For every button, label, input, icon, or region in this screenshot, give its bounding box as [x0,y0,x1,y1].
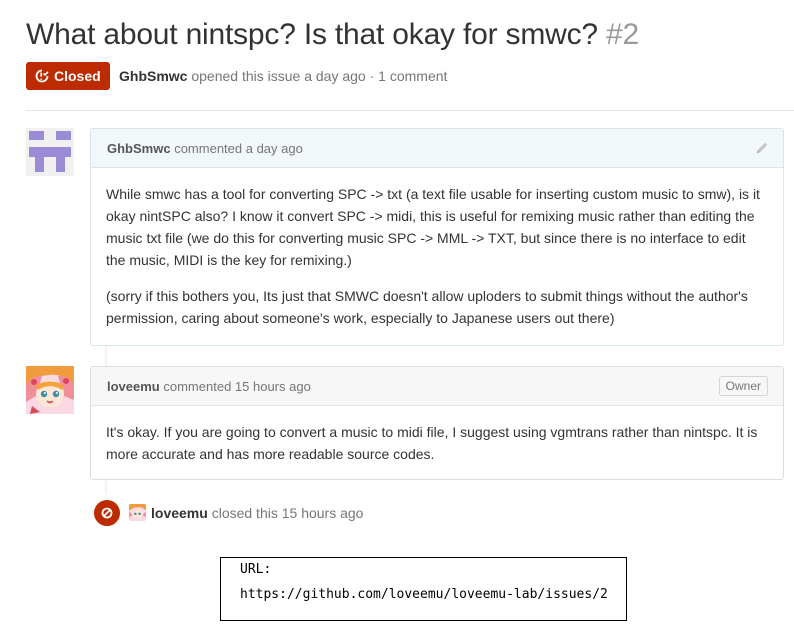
header-divider [26,110,794,111]
url-value: https://github.com/loveemu/loveemu-lab/i… [240,587,608,602]
issue-number: #2 [606,18,639,51]
avatar-loveemu[interactable] [26,366,74,414]
anime-avatar-image [26,366,74,414]
state-label: Closed [54,68,101,84]
issue-title-text: What about nintspc? Is that okay for smw… [26,18,598,51]
identicon-image [26,128,74,176]
issue-meta: GhbSmwc opened this issue a day ago · 1 … [119,68,447,84]
comment-paragraph: While smwc has a tool for converting SPC… [106,186,760,268]
comment-count: 1 comment [378,68,448,84]
meta-separator: · [369,68,375,84]
comment-author-link[interactable]: loveemu [107,379,160,394]
closed-event-description: closed this 15 hours ago [211,505,364,521]
pencil-icon[interactable] [755,141,769,155]
comment-timestamp[interactable]: commented 15 hours ago [163,379,310,394]
comment-header: loveemu commented 15 hours ago Owner [91,367,783,406]
closed-event-text: loveemu closed this 15 hours ago [151,505,363,521]
comment-loveemu: loveemu commented 15 hours ago Owner It'… [90,366,784,480]
comment-paragraph: (sorry if this bothers you, Its just tha… [106,288,748,326]
closed-event: loveemu closed this 15 hours ago [92,498,492,528]
issue-title: What about nintspc? Is that okay for smw… [26,18,639,52]
owner-badge: Owner [718,376,768,396]
comment-author-link[interactable]: GhbSmwc [107,141,171,156]
mini-avatar-loveemu[interactable] [129,504,146,521]
issue-closed-icon [35,69,49,83]
url-box: URL: https://github.com/loveemu/loveemu-… [220,557,627,621]
closed-event-badge [92,498,122,528]
comment-meta: GhbSmwc commented a day ago [107,141,303,156]
comment-timestamp[interactable]: commented a day ago [174,141,303,156]
comment-ghbsmwc: GhbSmwc commented a day ago While smwc h… [90,128,784,346]
url-label: URL: [240,562,272,577]
comment-body: It's okay. If you are going to convert a… [91,406,783,479]
closed-actor-link[interactable]: loveemu [151,505,208,521]
anime-avatar-image [129,504,146,521]
comment-paragraph: It's okay. If you are going to convert a… [106,424,758,462]
issue-opened-text: opened this issue a day ago [191,68,366,84]
comment-meta: loveemu commented 15 hours ago [107,379,311,394]
comment-header: GhbSmwc commented a day ago [91,129,783,168]
issue-author-link[interactable]: GhbSmwc [119,68,187,84]
comment-body: While smwc has a tool for converting SPC… [91,168,783,343]
avatar-ghbsmwc[interactable] [26,128,74,176]
circle-slash-icon [101,507,113,519]
closed-state-badge: Closed [26,62,110,90]
